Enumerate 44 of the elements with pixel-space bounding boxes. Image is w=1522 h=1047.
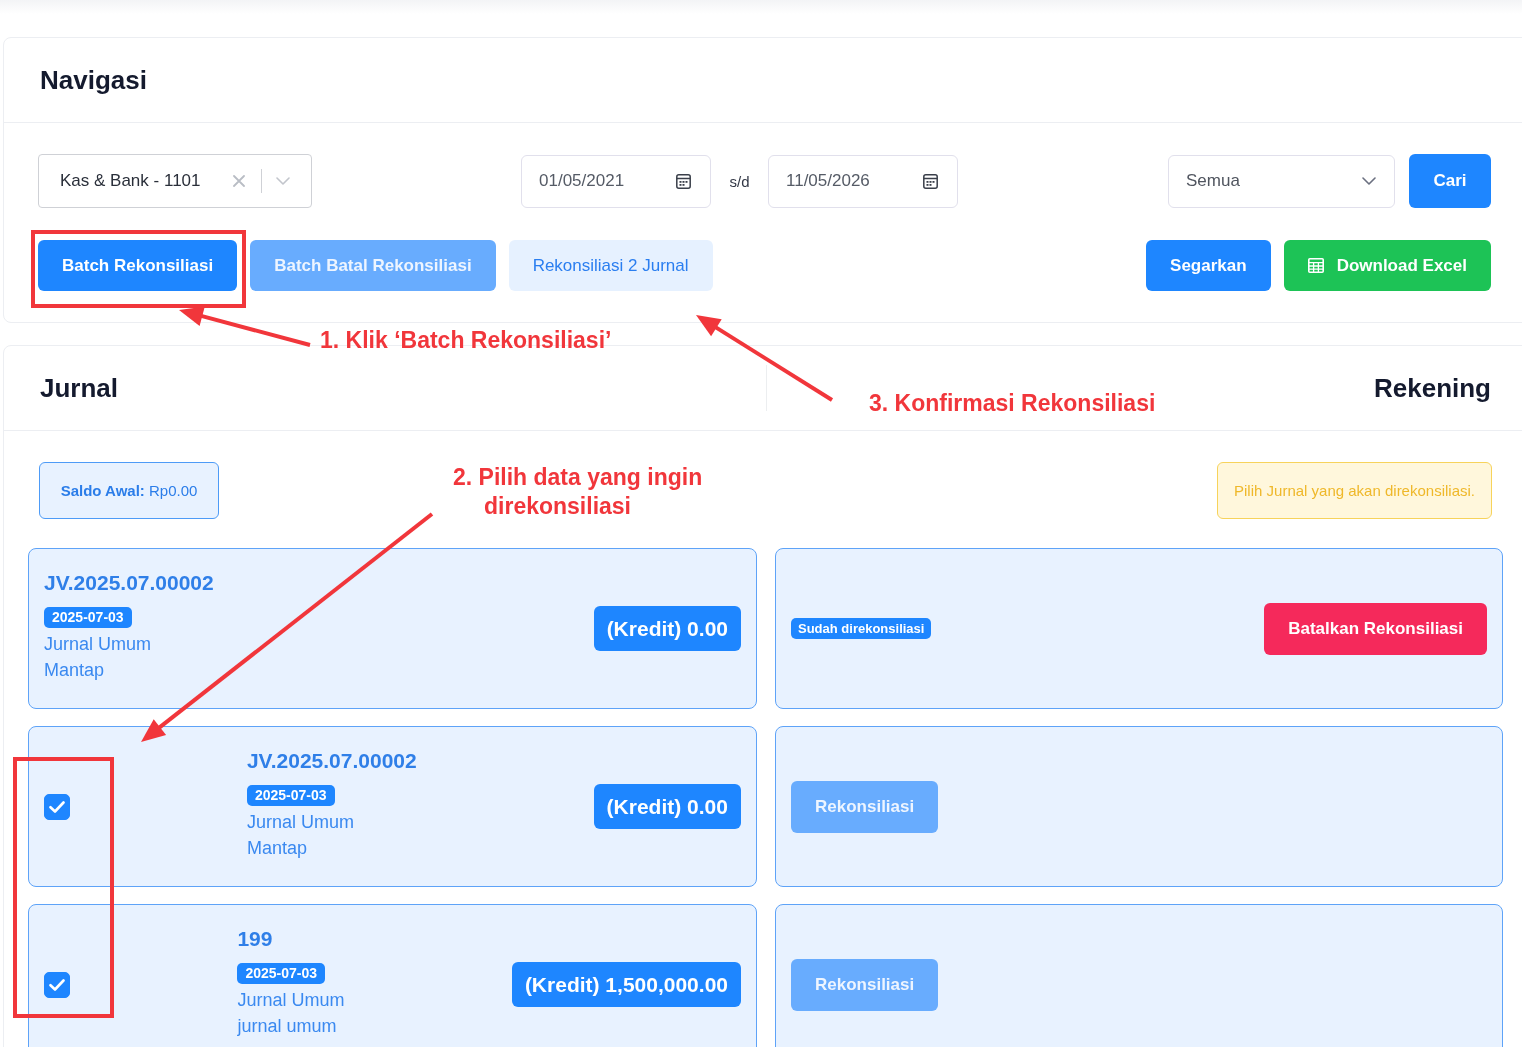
journal-amount: (Kredit) 0.00	[593, 606, 741, 651]
journal-memo: Mantap	[44, 658, 105, 682]
panel-title: Rekening	[1373, 372, 1491, 404]
search-button[interactable]: Cari	[1409, 154, 1491, 208]
journal-number: 199	[237, 925, 273, 951]
checkmark-icon	[49, 800, 65, 813]
account-select[interactable]: Kas & Bank - 1101	[38, 154, 312, 208]
clear-icon[interactable]	[233, 175, 245, 187]
status-select[interactable]: Semua	[1168, 154, 1395, 208]
annotation-note: 1. Klik ‘Batch Rekonsiliasi’	[320, 326, 612, 355]
panel-title: Jurnal	[40, 372, 119, 404]
calendar-icon	[923, 173, 938, 189]
chevron-down-icon	[1362, 177, 1376, 185]
action-button[interactable]: Segarkan	[1146, 240, 1271, 291]
date-field[interactable]: 11/05/2026	[768, 154, 958, 208]
action-button[interactable]: Batch Rekonsiliasi	[38, 240, 238, 291]
notice-banner: Pilih Jurnal yang akan direkonsiliasi.	[1217, 462, 1492, 519]
action-button[interactable]: Download Excel	[1283, 240, 1491, 291]
annotation-note: 2. Pilih data yang ingin direkonsiliasi	[453, 463, 704, 521]
panel-title: Navigasi	[40, 64, 147, 96]
journal-date: 2025-07-03	[44, 606, 132, 628]
date-field[interactable]: 01/05/2021	[521, 154, 711, 208]
action-button[interactable]: Rekonsiliasi 2 Jurnal	[508, 240, 713, 291]
opening-balance: Saldo Awal: Rp0.00	[39, 462, 219, 519]
checkbox[interactable]	[44, 793, 70, 820]
reconcile-button[interactable]: Batalkan Rekonsiliasi	[1264, 602, 1487, 655]
checkmark-icon	[49, 978, 65, 991]
checkbox[interactable]	[44, 971, 70, 998]
journal-type: Jurnal Umum	[44, 632, 152, 656]
journal-type: Jurnal Umum	[246, 810, 354, 834]
calendar-icon	[676, 173, 691, 189]
journal-type: Jurnal Umum	[237, 988, 345, 1012]
journal-memo: jurnal umum	[237, 1014, 337, 1038]
range-separator: s/d	[728, 172, 751, 190]
journal-number: JV.2025.07.00002	[246, 747, 417, 773]
journal-memo: Mantap	[246, 836, 307, 860]
journal-number: JV.2025.07.00002	[44, 569, 214, 595]
chevron-down-icon	[276, 177, 290, 185]
journal-amount: (Kredit) 1,500,000.00	[511, 962, 741, 1007]
annotation-note: 3. Konfirmasi Rekonsiliasi	[869, 389, 1156, 418]
reconciled-status: Sudah direkonsiliasi	[791, 618, 932, 639]
journal-amount: (Kredit) 0.00	[593, 784, 741, 829]
journal-date: 2025-07-03	[237, 962, 326, 984]
journal-date: 2025-07-03	[246, 784, 335, 806]
